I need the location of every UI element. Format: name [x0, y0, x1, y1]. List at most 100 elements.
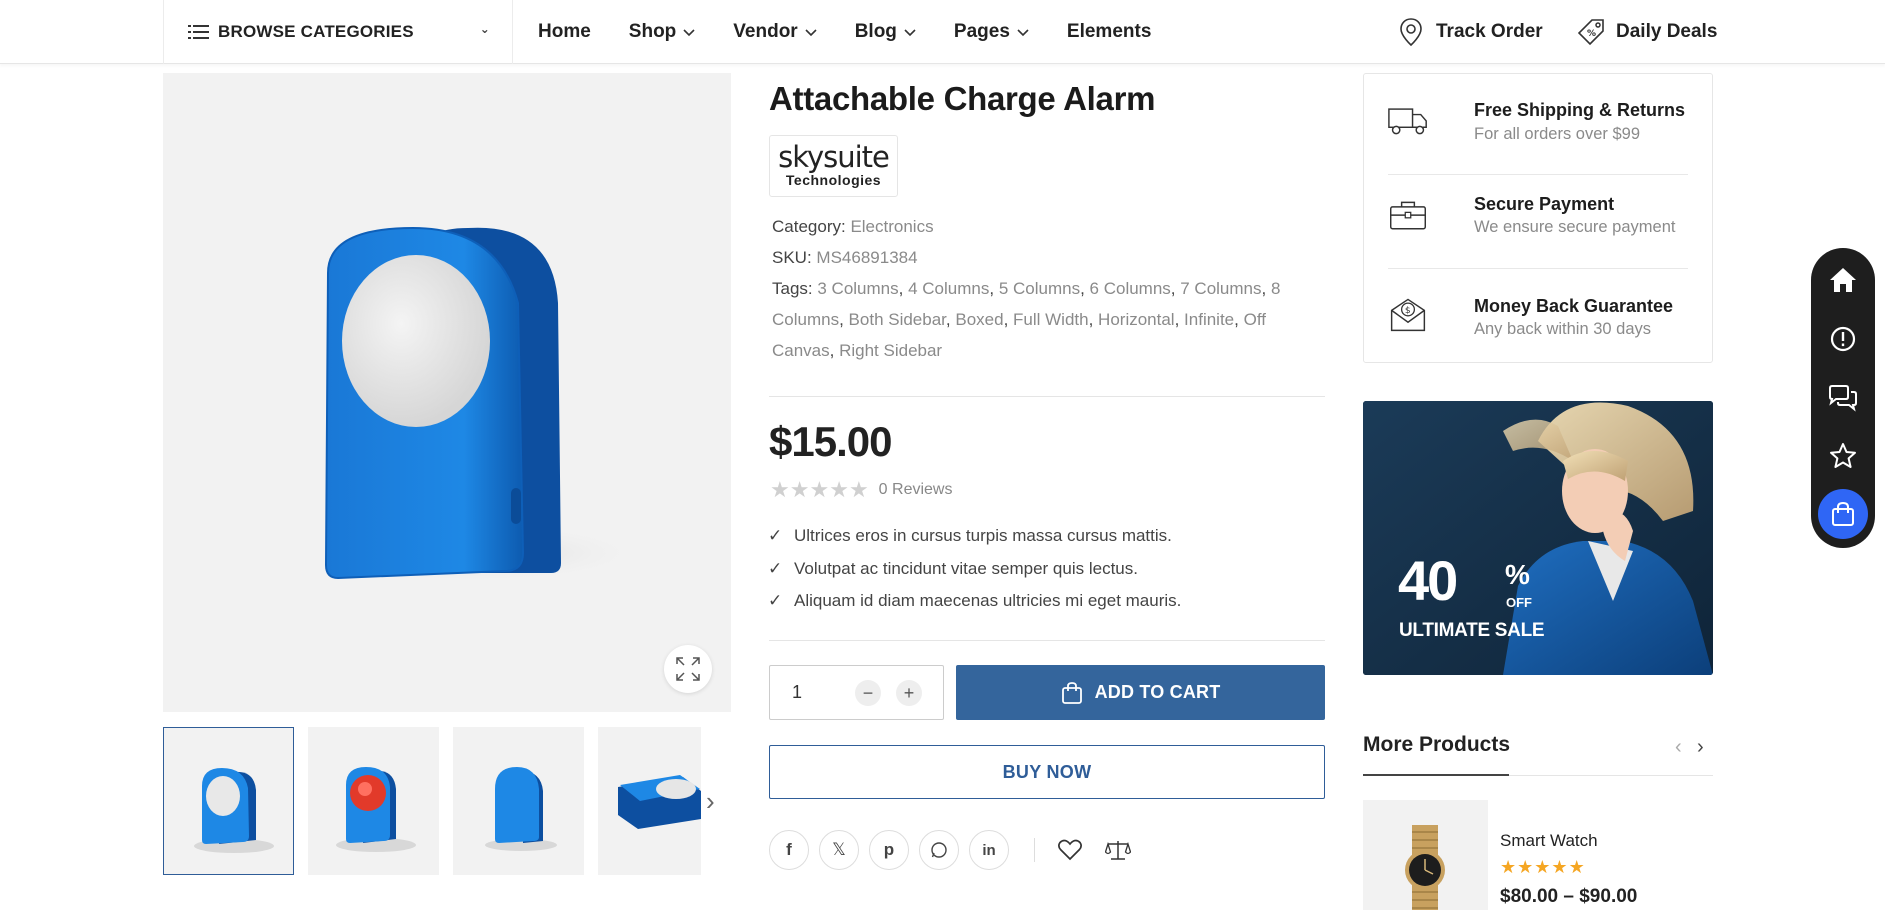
- star-icon: ★: [1517, 857, 1535, 877]
- tag-link[interactable]: Full Width: [1013, 310, 1089, 329]
- minus-button[interactable]: −: [855, 680, 881, 706]
- money-envelope-icon: $: [1390, 298, 1426, 332]
- sku-label: SKU:: [772, 248, 812, 267]
- tag-link[interactable]: Infinite: [1184, 310, 1234, 329]
- feature-text: Volutpat ac tincidunt vitae semper quis …: [794, 559, 1138, 578]
- list-icon: [188, 25, 209, 39]
- services-box: Free Shipping & Returns For all orders o…: [1363, 73, 1713, 363]
- service-secure-payment: Secure Payment We ensure secure payment: [1388, 180, 1688, 252]
- linkedin-share-button[interactable]: in: [969, 830, 1009, 870]
- brand-logo[interactable]: skysuite Technologies: [769, 135, 898, 197]
- star-icon: ★: [1551, 857, 1569, 877]
- thumbnail-1[interactable]: [163, 727, 294, 875]
- nav-blog[interactable]: Blog: [855, 21, 916, 43]
- tag-link[interactable]: Right Sidebar: [839, 341, 942, 360]
- add-to-cart-button[interactable]: ADD TO CART: [956, 665, 1325, 720]
- chat-icon: [1829, 385, 1857, 412]
- reviews-link[interactable]: 0 Reviews: [879, 481, 953, 499]
- check-icon: ✓: [768, 559, 783, 578]
- quantity-input[interactable]: 1: [792, 682, 802, 703]
- nav-home[interactable]: Home: [538, 21, 591, 43]
- banner-percent-sign: %: [1505, 559, 1530, 590]
- feature-text: Ultrices eros in cursus turpis massa cur…: [794, 526, 1172, 545]
- alert-circle-icon: [1830, 326, 1856, 352]
- home-icon: [1830, 268, 1856, 292]
- chevron-right-icon[interactable]: ›: [1697, 736, 1704, 759]
- tag-link[interactable]: 6 Columns: [1090, 279, 1171, 298]
- price-tag-icon: %: [1578, 19, 1604, 46]
- star-icon: ★: [809, 477, 830, 502]
- shopping-bag-icon: [1061, 681, 1082, 704]
- star-icon: [1830, 443, 1856, 468]
- more-product-name[interactable]: Smart Watch: [1500, 831, 1598, 851]
- promo-banner[interactable]: 40 % OFF ULTIMATE SALE: [1363, 401, 1713, 675]
- x-share-button[interactable]: 𝕏: [819, 830, 859, 870]
- nav-vendor-label: Vendor: [733, 21, 798, 42]
- category-link[interactable]: Electronics: [850, 217, 933, 236]
- brand-logo-subtitle: Technologies: [785, 172, 882, 188]
- category-label: Category:: [772, 217, 846, 236]
- plus-button[interactable]: +: [896, 680, 922, 706]
- linkedin-icon: in: [982, 841, 996, 859]
- cart-button[interactable]: [1818, 489, 1868, 539]
- thumbnail-image: [336, 767, 416, 852]
- daily-deals-label: Daily Deals: [1616, 21, 1718, 42]
- nav-elements[interactable]: Elements: [1067, 21, 1151, 43]
- tag-link[interactable]: 4 Columns: [908, 279, 989, 298]
- browse-categories-label: BROWSE CATEGORIES: [218, 22, 414, 41]
- tag-link[interactable]: Horizontal: [1098, 310, 1175, 329]
- service-title: Secure Payment: [1474, 194, 1615, 214]
- service-subtitle: We ensure secure payment: [1474, 218, 1676, 236]
- nav-home-label: Home: [538, 21, 591, 42]
- track-order-label: Track Order: [1436, 21, 1543, 42]
- tag-link[interactable]: Both Sidebar: [849, 310, 946, 329]
- nav-elements-label: Elements: [1066, 21, 1152, 42]
- pinterest-share-button[interactable]: p: [869, 830, 909, 870]
- tag-link[interactable]: Boxed: [955, 310, 1003, 329]
- tag-link[interactable]: 7 Columns: [1180, 279, 1261, 298]
- more-product-rating: ★★★★★: [1500, 857, 1586, 877]
- chat-button[interactable]: [1811, 378, 1875, 418]
- favorites-button[interactable]: [1811, 436, 1875, 476]
- service-subtitle: For all orders over $99: [1474, 125, 1640, 143]
- facebook-share-button[interactable]: f: [769, 830, 809, 870]
- nav-shop[interactable]: Shop: [629, 21, 696, 43]
- chevron-left-icon[interactable]: ‹: [1675, 736, 1682, 759]
- facebook-icon: f: [786, 840, 792, 859]
- whatsapp-share-button[interactable]: [919, 830, 959, 870]
- fullscreen-zoom-button[interactable]: [664, 645, 712, 693]
- truck-icon: [1388, 108, 1427, 135]
- thumbnail-4[interactable]: [598, 727, 701, 875]
- tag-link[interactable]: 5 Columns: [999, 279, 1080, 298]
- tags-label: Tags:: [772, 279, 813, 298]
- product-main-image[interactable]: [163, 73, 731, 712]
- chevron-right-icon[interactable]: ›: [706, 786, 715, 817]
- banner-off: OFF: [1506, 595, 1532, 610]
- service-title: Money Back Guarantee: [1474, 296, 1674, 316]
- track-order-link[interactable]: Track Order: [1398, 0, 1543, 64]
- nav-pages[interactable]: Pages: [954, 21, 1029, 43]
- product-price: $15.00: [769, 418, 892, 465]
- service-money-back: $ Money Back Guarantee Any back within 3…: [1388, 278, 1688, 350]
- buy-now-label: BUY NOW: [1002, 761, 1092, 782]
- rating-stars: ★ ★ ★ ★ ★ 0 Reviews: [770, 479, 952, 501]
- info-button[interactable]: [1811, 319, 1875, 359]
- thumbnail-2[interactable]: [308, 727, 439, 875]
- tag-link[interactable]: 3 Columns: [817, 279, 898, 298]
- buy-now-button[interactable]: BUY NOW: [769, 745, 1325, 799]
- brand-logo-name: skysuite: [778, 140, 890, 174]
- home-button[interactable]: [1811, 260, 1875, 300]
- thumbnail-3[interactable]: [453, 727, 584, 875]
- product-tags: Tags: 3 Columns, 4 Columns, 5 Columns, 6…: [772, 279, 1281, 360]
- compare-button[interactable]: [1104, 838, 1132, 867]
- star-icon: ★: [770, 477, 790, 502]
- browse-categories-button[interactable]: BROWSE CATEGORIES ⌄: [163, 0, 513, 64]
- feature-item: ✓ Ultrices eros in cursus turpis massa c…: [768, 526, 1172, 546]
- chevron-down-icon: [683, 29, 695, 37]
- daily-deals-link[interactable]: % Daily Deals: [1578, 0, 1717, 64]
- more-product-image[interactable]: [1363, 800, 1488, 910]
- nav-vendor[interactable]: Vendor: [733, 21, 817, 43]
- service-free-shipping: Free Shipping & Returns For all orders o…: [1388, 84, 1688, 156]
- expand-icon: [676, 657, 700, 681]
- wishlist-button[interactable]: [1057, 838, 1083, 867]
